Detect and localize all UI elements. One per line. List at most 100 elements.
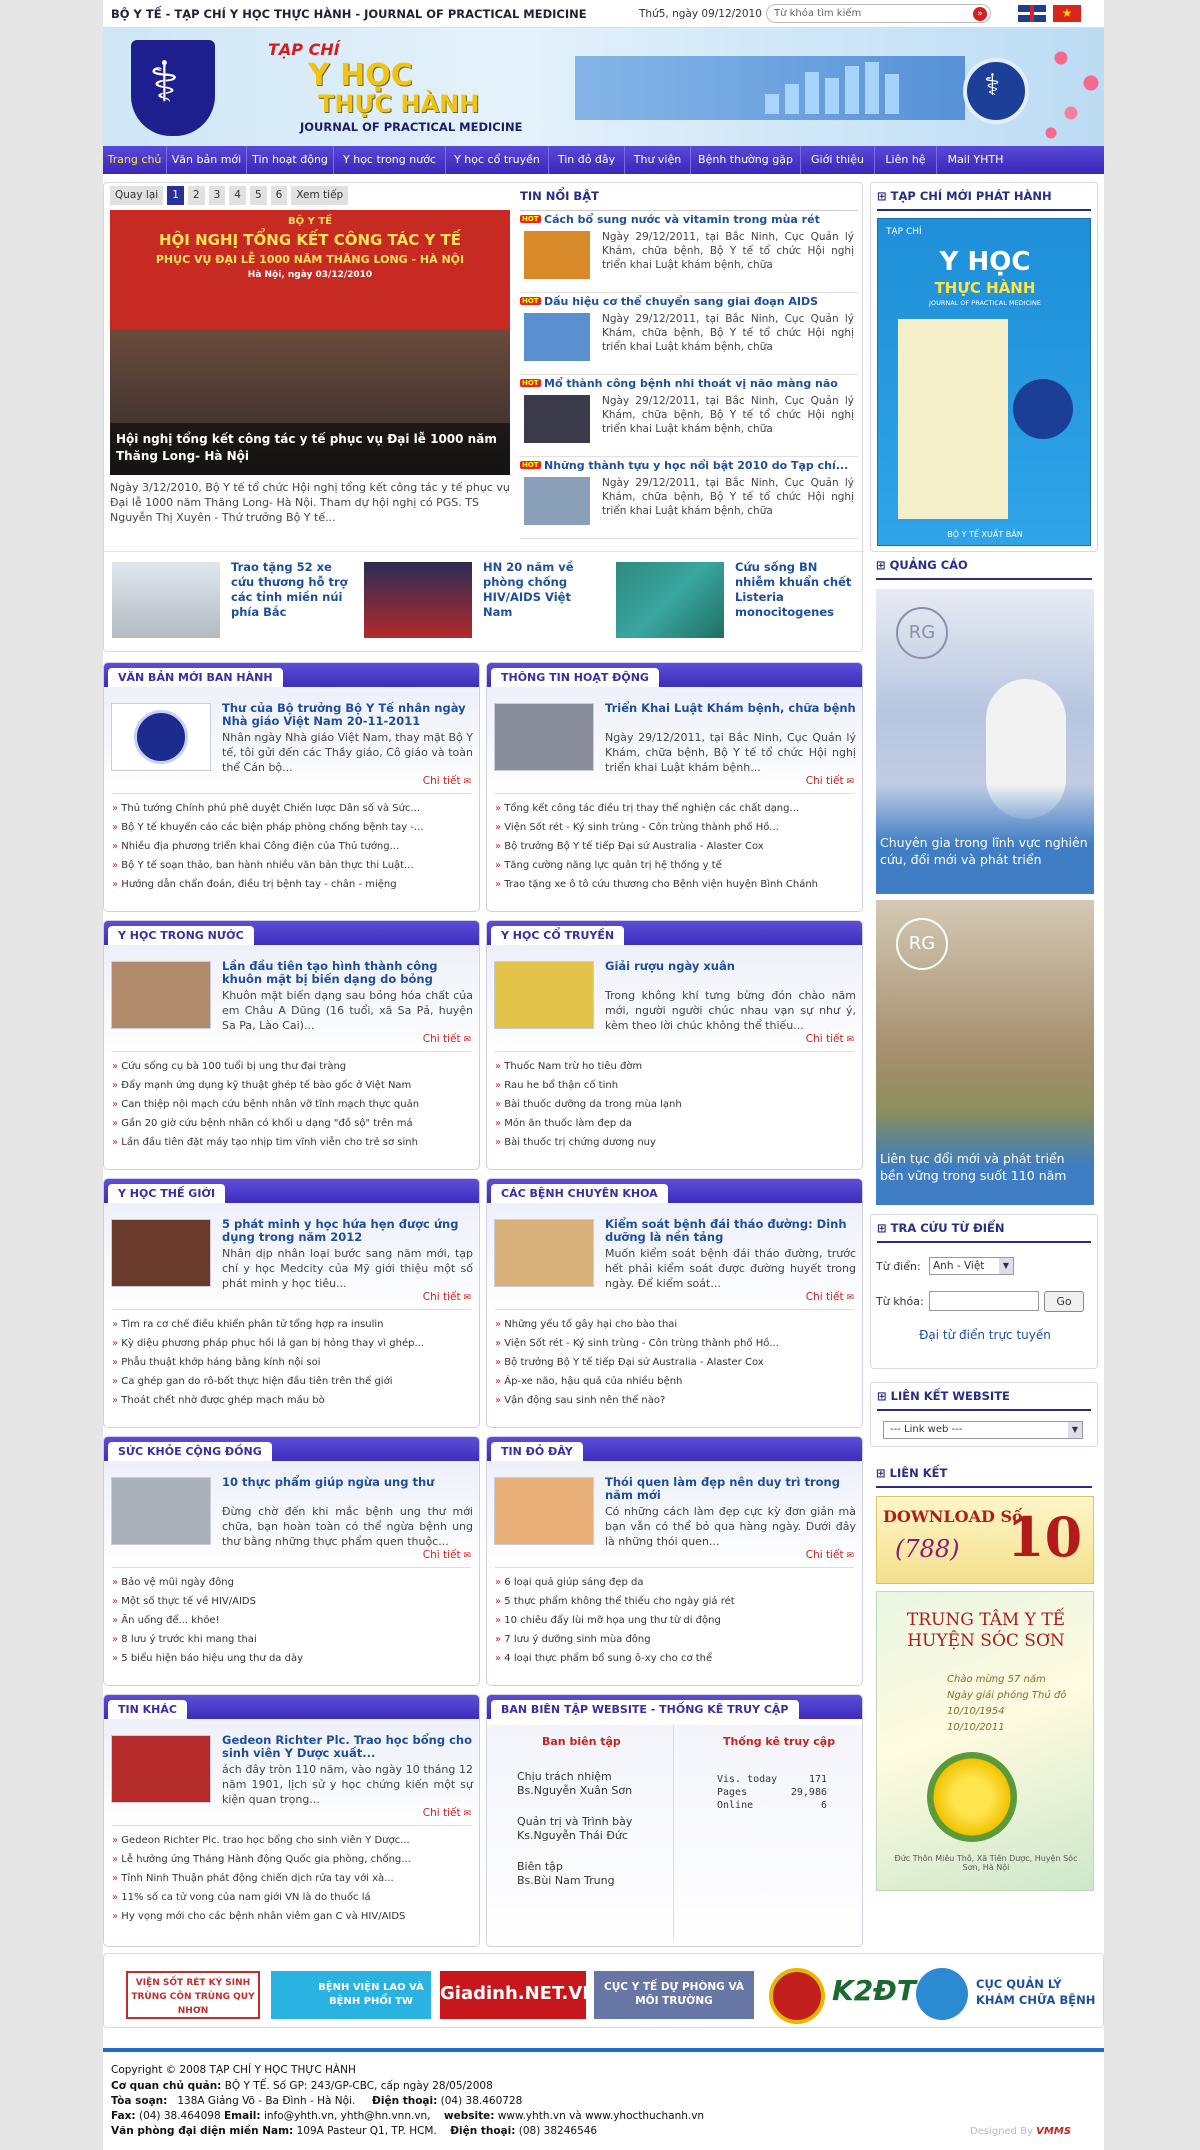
list-item[interactable]: 10 chiêu đẩy lùi mỡ họa ung thư từ di độ…	[495, 1611, 856, 1630]
ad-richter-2[interactable]: RG Liên tục đổi mới và phát triển bền vữ…	[876, 900, 1094, 1205]
nav-about[interactable]: Giới thiệu	[801, 146, 875, 174]
list-item[interactable]: 7 lưu ý dưỡng sinh mùa đông	[495, 1630, 856, 1649]
list-item[interactable]: 6 loại quả giúp sáng đẹp da	[495, 1573, 856, 1592]
hot-news-thumb[interactable]	[524, 477, 590, 525]
partner-1[interactable]: VIỆN SỐT RÉT KÝ SINH TRÙNG CÔN TRÙNG QUY…	[126, 1971, 260, 2019]
partner-5[interactable]: K2ĐT	[832, 1974, 916, 2007]
section-thumb[interactable]	[111, 1735, 211, 1803]
section-title[interactable]: Y HỌC TRONG NƯỚC	[108, 926, 254, 945]
section-title[interactable]: THÔNG TIN HOẠT ĐỘNG	[491, 668, 659, 687]
list-item[interactable]: Viện Sốt rét - Ký sinh trùng - Côn trùng…	[495, 1334, 856, 1353]
pager-4[interactable]: 4	[229, 186, 246, 205]
nav-contact[interactable]: Liên hệ	[875, 146, 937, 174]
section-thumb[interactable]	[494, 1219, 594, 1287]
list-item[interactable]: Tỉnh Ninh Thuận phát động chiến dịch rửa…	[112, 1869, 473, 1888]
section-feature-title[interactable]: Giải rượu ngày xuân	[605, 960, 856, 973]
section-feature-title[interactable]: Lần đầu tiên tạo hình thành công khuôn m…	[222, 960, 473, 986]
list-item[interactable]: Bộ Y tế soạn thảo, ban hành nhiều văn bả…	[112, 856, 473, 875]
section-title[interactable]: Y HỌC THẾ GIỚI	[108, 1184, 226, 1203]
nav-mail[interactable]: Mail YHTH	[937, 146, 1014, 174]
pager-2[interactable]: 2	[187, 186, 205, 205]
pager-3[interactable]: 3	[208, 186, 226, 205]
link-select[interactable]: --- Link web --- ▼	[883, 1421, 1083, 1439]
partner-2[interactable]: BỆNH VIỆN LAO VÀ BỆNH PHỔI TW	[271, 1971, 431, 2019]
list-item[interactable]: Ăn uống để... khỏe!	[112, 1611, 473, 1630]
list-item[interactable]: 5 biểu hiện báo hiệu ung thư da dày	[112, 1649, 473, 1668]
list-item[interactable]: 11% số ca tử vong của nam giới VN là do …	[112, 1888, 473, 1907]
list-item[interactable]: 4 loại thực phẩm bổ sung ô-xy cho cơ thể	[495, 1649, 856, 1668]
list-item[interactable]: Bộ trưởng Bộ Y tế tiếp Đại sứ Australia …	[495, 837, 856, 856]
pager-prev[interactable]: Quay lại	[110, 186, 164, 205]
hot-news-thumb[interactable]	[524, 313, 590, 361]
section-thumb[interactable]	[494, 1477, 594, 1545]
pager-1[interactable]: 1	[167, 186, 184, 205]
hot-news-item[interactable]: HOT Những thành tựu y học nổi bật 2010 do…	[520, 459, 858, 539]
detail-link[interactable]: Chi tiết	[806, 1033, 854, 1045]
soc-son-banner[interactable]: TRUNG TÂM Y TẾ HUYỆN SÓC SƠN Chào mừng 5…	[876, 1591, 1094, 1891]
nav-home[interactable]: Trang chủ	[103, 146, 167, 174]
list-item[interactable]: Thủ tướng Chính phủ phê duyệt Chiến lược…	[112, 799, 473, 818]
detail-link[interactable]: Chi tiết	[806, 1549, 854, 1561]
ad-richter-1[interactable]: RG Chuyên gia trong lĩnh vực nghiên cứu,…	[876, 589, 1094, 894]
journal-cover[interactable]: TẠP CHÍ Y HỌC THỰC HÀNH JOURNAL OF PRACT…	[877, 218, 1091, 546]
vietnam-flag-icon[interactable]: ★	[1053, 5, 1081, 22]
list-item[interactable]: Gần 20 giờ cứu bệnh nhân có khối u dạng …	[112, 1114, 473, 1133]
list-item[interactable]: Thuốc Nam trừ ho tiêu đờm	[495, 1057, 856, 1076]
list-item[interactable]: Trao tặng xe ô tô cứu thương cho Bệnh vi…	[495, 875, 856, 894]
section-thumb[interactable]	[111, 961, 211, 1029]
hot-news-thumb[interactable]	[524, 395, 590, 443]
list-item[interactable]: Cứu sống cụ bà 100 tuổi bị ung thư đại t…	[112, 1057, 473, 1076]
section-feature-title[interactable]: Kiểm soát bệnh đái tháo đường: Dinh dưỡn…	[605, 1218, 856, 1244]
section-feature-title[interactable]: 5 phát minh y học hứa hẹn được ứng dụng …	[222, 1218, 473, 1244]
section-feature-title[interactable]: Thói quen làm đẹp nên duy trì trong năm …	[605, 1476, 856, 1502]
list-item[interactable]: Áp-xe não, hậu quả của nhiều bệnh	[495, 1372, 856, 1391]
list-item[interactable]: Tìm ra cơ chế điều khiển phân tử tổng hợ…	[112, 1315, 473, 1334]
list-item[interactable]: Can thiệp nội mạch cứu bệnh nhân vỡ tĩnh…	[112, 1095, 473, 1114]
list-item[interactable]: Bộ Y tế khuyến cáo các biện pháp phòng c…	[112, 818, 473, 837]
section-feature-title[interactable]: Gedeon Richter Plc. Trao học bổng cho si…	[222, 1734, 473, 1760]
go-button[interactable]: Go	[1044, 1291, 1084, 1312]
slider-image[interactable]: BỘ Y TẾ HỘI NGHỊ TỔNG KẾT CÔNG TÁC Y TẾ …	[110, 210, 510, 475]
hot-news-item[interactable]: HOT Cách bổ sung nước và vitamin trong mù…	[520, 213, 858, 293]
section-title[interactable]: Y HỌC CỔ TRUYỀN	[491, 926, 625, 945]
nav-library[interactable]: Thư viện	[625, 146, 691, 174]
section-feature-title[interactable]: Triển Khai Luật Khám bệnh, chữa bệnh	[605, 702, 856, 715]
partner-4[interactable]: CỤC Y TẾ DỰ PHÒNG VÀ MÔI TRƯỜNG	[594, 1971, 754, 2019]
list-item[interactable]: Ca ghép gan do rô-bốt thực hiện đầu tiên…	[112, 1372, 473, 1391]
pager-5[interactable]: 5	[249, 186, 267, 205]
detail-link[interactable]: Chi tiết	[423, 1807, 471, 1819]
search-icon[interactable]: »	[973, 7, 987, 21]
list-item[interactable]: Đẩy mạnh ứng dụng kỹ thuật ghép tế bào g…	[112, 1076, 473, 1095]
list-item[interactable]: Hướng dẫn chẩn đoán, điều trị bệnh tay -…	[112, 875, 473, 894]
section-title[interactable]: CÁC BỆNH CHUYÊN KHOA	[491, 1184, 668, 1203]
section-title[interactable]: SỨC KHỎE CỘNG ĐỒNG	[108, 1442, 272, 1461]
strip-link-2[interactable]: HN 20 năm về phòng chống HIV/AIDS Việt N…	[483, 560, 601, 620]
list-item[interactable]: Viện Sốt rét - Ký sinh trùng - Côn trùng…	[495, 818, 856, 837]
section-title[interactable]: TIN ĐỎ ĐÂY	[491, 1442, 583, 1461]
nav-new-documents[interactable]: Văn bản mới	[167, 146, 247, 174]
section-thumb[interactable]	[111, 703, 211, 771]
section-thumb[interactable]	[494, 961, 594, 1029]
detail-link[interactable]: Chi tiết	[423, 1549, 471, 1561]
list-item[interactable]: Thoát chết nhờ được ghép mạch máu bò	[112, 1391, 473, 1410]
section-thumb[interactable]	[111, 1219, 211, 1287]
pager-next[interactable]: Xem tiếp	[291, 186, 349, 205]
hot-news-title[interactable]: Những thành tựu y học nổi bật 2010 do Tạ…	[544, 459, 848, 472]
list-item[interactable]: Vận động sau sinh nên thế nào?	[495, 1391, 856, 1410]
section-thumb[interactable]	[111, 1477, 211, 1545]
list-item[interactable]: Bài thuốc dưỡng da trong mùa lạnh	[495, 1095, 856, 1114]
list-item[interactable]: Gedeon Richter Plc. trao học bổng cho si…	[112, 1831, 473, 1850]
list-item[interactable]: Bộ trưởng Bộ Y tế tiếp Đại sứ Australia …	[495, 1353, 856, 1372]
nav-domestic-medicine[interactable]: Y học trong nước	[334, 146, 446, 174]
list-item[interactable]: Tăng cường năng lực quản trị hệ thống y …	[495, 856, 856, 875]
section-thumb[interactable]	[494, 703, 594, 771]
partner-3[interactable]: Giadinh.NET.VN	[440, 1971, 597, 2019]
hot-news-item[interactable]: HOT Mổ thành công bệnh nhi thoát vị não m…	[520, 377, 858, 457]
nav-misc-news[interactable]: Tin đỏ đây	[549, 146, 625, 174]
nav-common-diseases[interactable]: Bệnh thường gặp	[691, 146, 801, 174]
caduceus-logo-icon[interactable]	[131, 40, 215, 136]
hot-news-title[interactable]: Mổ thành công bệnh nhi thoát vị não màng…	[544, 377, 838, 390]
dictionary-link[interactable]: Đại từ điển trực tuyến	[871, 1328, 1099, 1342]
english-flag-icon[interactable]	[1018, 5, 1046, 22]
strip-link-1[interactable]: Trao tặng 52 xe cứu thương hỗ trợ các tỉ…	[231, 560, 349, 620]
